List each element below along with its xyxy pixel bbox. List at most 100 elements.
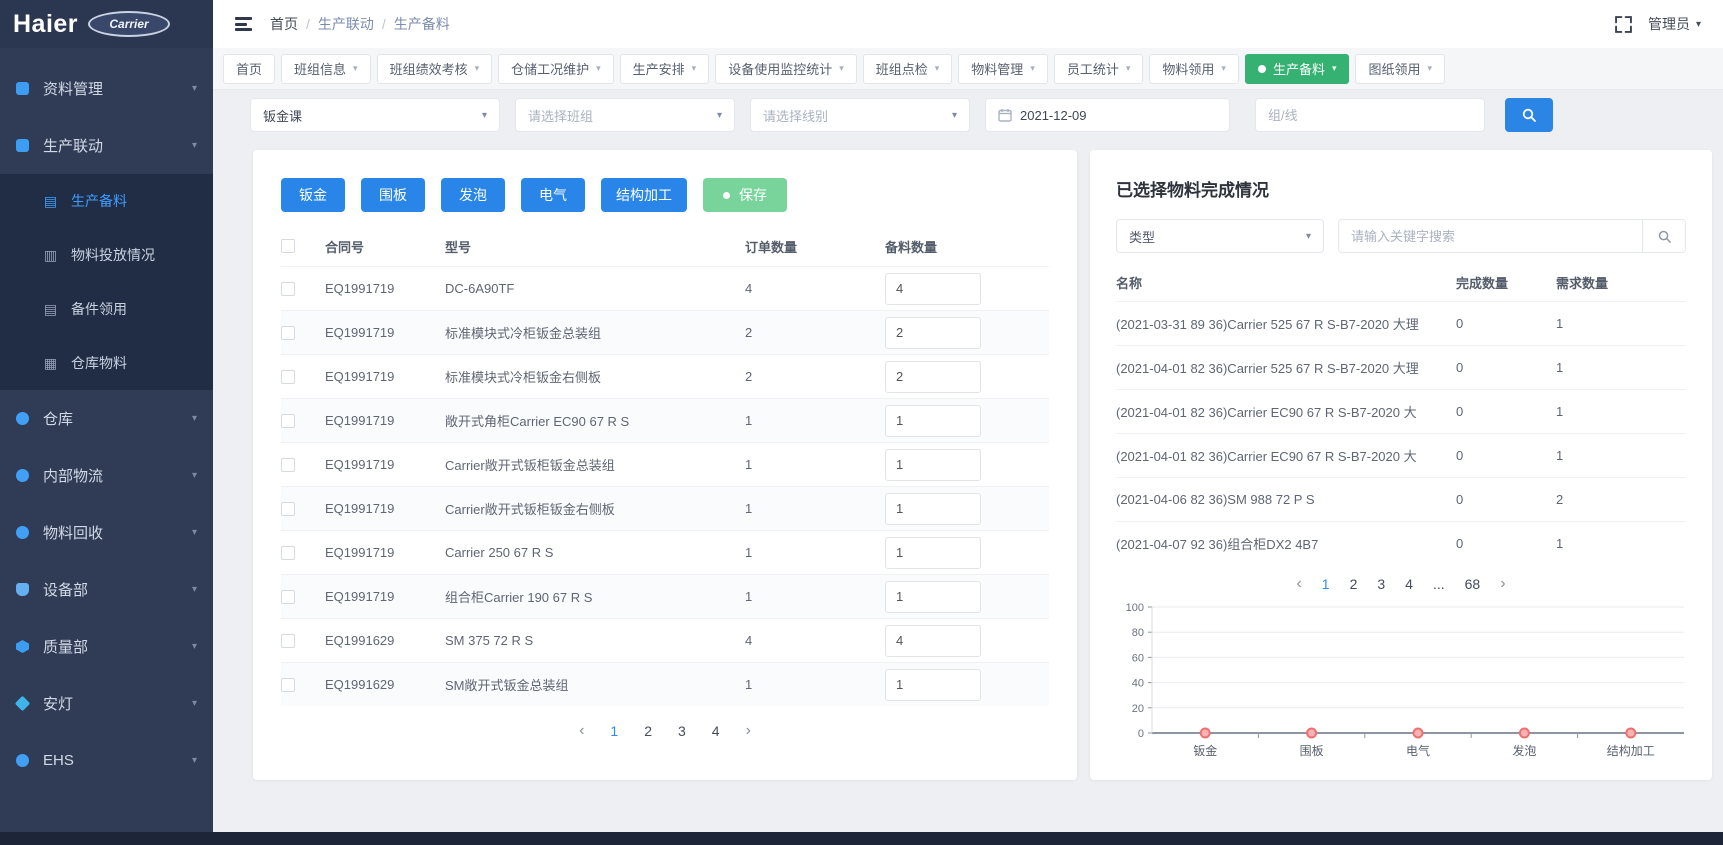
menu-collapse-icon[interactable] bbox=[235, 17, 252, 31]
model-header: 型号 bbox=[445, 237, 745, 256]
model-cell: DC-6A90TF bbox=[445, 281, 745, 296]
page-number[interactable]: 3 bbox=[678, 723, 686, 739]
category-button[interactable]: 结构加工 bbox=[601, 178, 687, 212]
tab[interactable]: 图纸领用 ▾ bbox=[1355, 54, 1445, 84]
sidebar-item[interactable]: 内部物流 ▾ bbox=[0, 447, 213, 504]
tab[interactable]: 物料管理 ▾ bbox=[958, 54, 1048, 84]
prep-qty-input[interactable] bbox=[885, 537, 981, 569]
fullscreen-icon[interactable] bbox=[1615, 16, 1632, 33]
contract-cell: EQ1991719 bbox=[325, 457, 445, 472]
row-checkbox[interactable] bbox=[281, 282, 295, 296]
search-icon bbox=[1657, 229, 1672, 244]
prev-page-button[interactable]: ‹ bbox=[1296, 575, 1301, 593]
x-category-label: 结构加工 bbox=[1607, 743, 1655, 758]
order-qty-cell: 4 bbox=[745, 633, 885, 648]
sidebar-item[interactable]: 资料管理 ▾ bbox=[0, 60, 213, 117]
active-dot-icon bbox=[1258, 65, 1266, 73]
save-button[interactable]: 保存 bbox=[703, 178, 787, 212]
sidebar-item[interactable]: ▥ 物料投放情况 ▾ bbox=[0, 228, 213, 282]
sidebar-item[interactable]: EHS ▾ bbox=[0, 732, 213, 789]
page-number[interactable]: 1 bbox=[610, 723, 618, 739]
sidebar-item[interactable]: 安灯 ▾ bbox=[0, 675, 213, 732]
next-page-button[interactable]: › bbox=[746, 722, 751, 740]
sidebar-item[interactable]: 质量部 ▾ bbox=[0, 618, 213, 675]
sidebar-item[interactable]: 物料回收 ▾ bbox=[0, 504, 213, 561]
completion-table: 名称 完成数量 需求数量 (2021-03-31 89 36)Carrier 5… bbox=[1116, 263, 1686, 565]
tab[interactable]: 生产备料 ▾ bbox=[1245, 54, 1350, 84]
completion-search-button[interactable] bbox=[1642, 219, 1686, 253]
chevron-down-icon: ▾ bbox=[692, 63, 697, 74]
tab[interactable]: 班组信息 ▾ bbox=[281, 54, 371, 84]
page-number[interactable]: 4 bbox=[1405, 576, 1413, 592]
tab[interactable]: 班组点检 ▾ bbox=[863, 54, 953, 84]
prep-qty-input[interactable] bbox=[885, 669, 981, 701]
category-button[interactable]: 电气 bbox=[521, 178, 585, 212]
model-cell: 敞开式角柜Carrier EC90 67 R S bbox=[445, 411, 745, 430]
haier-logo: Haier bbox=[13, 10, 78, 39]
sidebar-item[interactable]: 设备部 ▾ bbox=[0, 561, 213, 618]
page-number[interactable]: 1 bbox=[1322, 576, 1330, 592]
next-page-button[interactable]: › bbox=[1500, 575, 1505, 593]
breadcrumb-current[interactable]: 生产备料 bbox=[394, 14, 450, 34]
department-select[interactable]: 钣金课 ▾ bbox=[250, 98, 500, 132]
prep-qty-input[interactable] bbox=[885, 493, 981, 525]
search-button[interactable] bbox=[1505, 98, 1553, 132]
tab-label: 物料领用 bbox=[1162, 59, 1214, 78]
tab[interactable]: 首页 ▾ bbox=[223, 54, 275, 84]
prep-qty-input[interactable] bbox=[885, 317, 981, 349]
prep-qty-input[interactable] bbox=[885, 273, 981, 305]
tab[interactable]: 班组绩效考核 ▾ bbox=[377, 54, 493, 84]
shield-icon bbox=[16, 640, 29, 653]
breadcrumb-parent[interactable]: 生产联动 bbox=[318, 14, 374, 34]
prep-qty-input[interactable] bbox=[885, 581, 981, 613]
panel-title: 已选择物料完成情况 bbox=[1090, 150, 1712, 201]
tab[interactable]: 物料领用 ▾ bbox=[1149, 54, 1239, 84]
sidebar-item[interactable]: ▦ 仓库物料 ▾ bbox=[0, 336, 213, 390]
sidebar-item[interactable]: ▤ 生产备料 ▾ bbox=[0, 174, 213, 228]
table-row: EQ1991719 DC-6A90TF 4 bbox=[281, 266, 1049, 310]
page-number[interactable]: 3 bbox=[1377, 576, 1385, 592]
select-all-checkbox[interactable] bbox=[281, 239, 295, 253]
tab[interactable]: 仓储工况维护 ▾ bbox=[498, 54, 614, 84]
row-checkbox[interactable] bbox=[281, 678, 295, 692]
page-number[interactable]: ... bbox=[1433, 576, 1445, 592]
page-number[interactable]: 4 bbox=[712, 723, 720, 739]
table-row: EQ1991719 Carrier敞开式钣柜钣金总装组 1 bbox=[281, 442, 1049, 486]
row-checkbox[interactable] bbox=[281, 458, 295, 472]
sidebar-item[interactable]: 仓库 ▾ bbox=[0, 390, 213, 447]
page-number[interactable]: 2 bbox=[644, 723, 652, 739]
category-button[interactable]: 钣金 bbox=[281, 178, 345, 212]
line-select[interactable]: 请选择线别 ▾ bbox=[750, 98, 970, 132]
completion-search-input[interactable] bbox=[1338, 219, 1642, 253]
data-point bbox=[1520, 729, 1529, 738]
row-checkbox[interactable] bbox=[281, 370, 295, 384]
prev-page-button[interactable]: ‹ bbox=[579, 722, 584, 740]
row-checkbox[interactable] bbox=[281, 634, 295, 648]
sidebar-item[interactable]: 生产联动 ▾ bbox=[0, 117, 213, 174]
row-checkbox[interactable] bbox=[281, 502, 295, 516]
tab[interactable]: 员工统计 ▾ bbox=[1054, 54, 1144, 84]
prep-qty-input[interactable] bbox=[885, 361, 981, 393]
row-checkbox[interactable] bbox=[281, 326, 295, 340]
page-number[interactable]: 2 bbox=[1350, 576, 1358, 592]
row-checkbox[interactable] bbox=[281, 546, 295, 560]
prep-qty-input[interactable] bbox=[885, 405, 981, 437]
prep-qty-input[interactable] bbox=[885, 625, 981, 657]
type-select[interactable]: 类型 ▾ bbox=[1116, 219, 1324, 253]
user-menu[interactable]: 管理员 ▾ bbox=[1648, 14, 1701, 34]
page-number[interactable]: 68 bbox=[1465, 576, 1481, 592]
team-select[interactable]: 请选择班组 ▾ bbox=[515, 98, 735, 132]
sidebar-item[interactable]: ▤ 备件领用 ▾ bbox=[0, 282, 213, 336]
tab-label: 生产备料 bbox=[1273, 59, 1325, 78]
chevron-down-icon: ▾ bbox=[1332, 63, 1337, 74]
keyword-input[interactable] bbox=[1256, 99, 1484, 131]
breadcrumb-home[interactable]: 首页 bbox=[270, 14, 298, 34]
tab[interactable]: 生产安排 ▾ bbox=[620, 54, 710, 84]
date-picker[interactable]: 2021-12-09 bbox=[985, 98, 1230, 132]
prep-qty-input[interactable] bbox=[885, 449, 981, 481]
category-button[interactable]: 围板 bbox=[361, 178, 425, 212]
category-button[interactable]: 发泡 bbox=[441, 178, 505, 212]
row-checkbox[interactable] bbox=[281, 590, 295, 604]
tab[interactable]: 设备使用监控统计 ▾ bbox=[715, 54, 857, 84]
row-checkbox[interactable] bbox=[281, 414, 295, 428]
